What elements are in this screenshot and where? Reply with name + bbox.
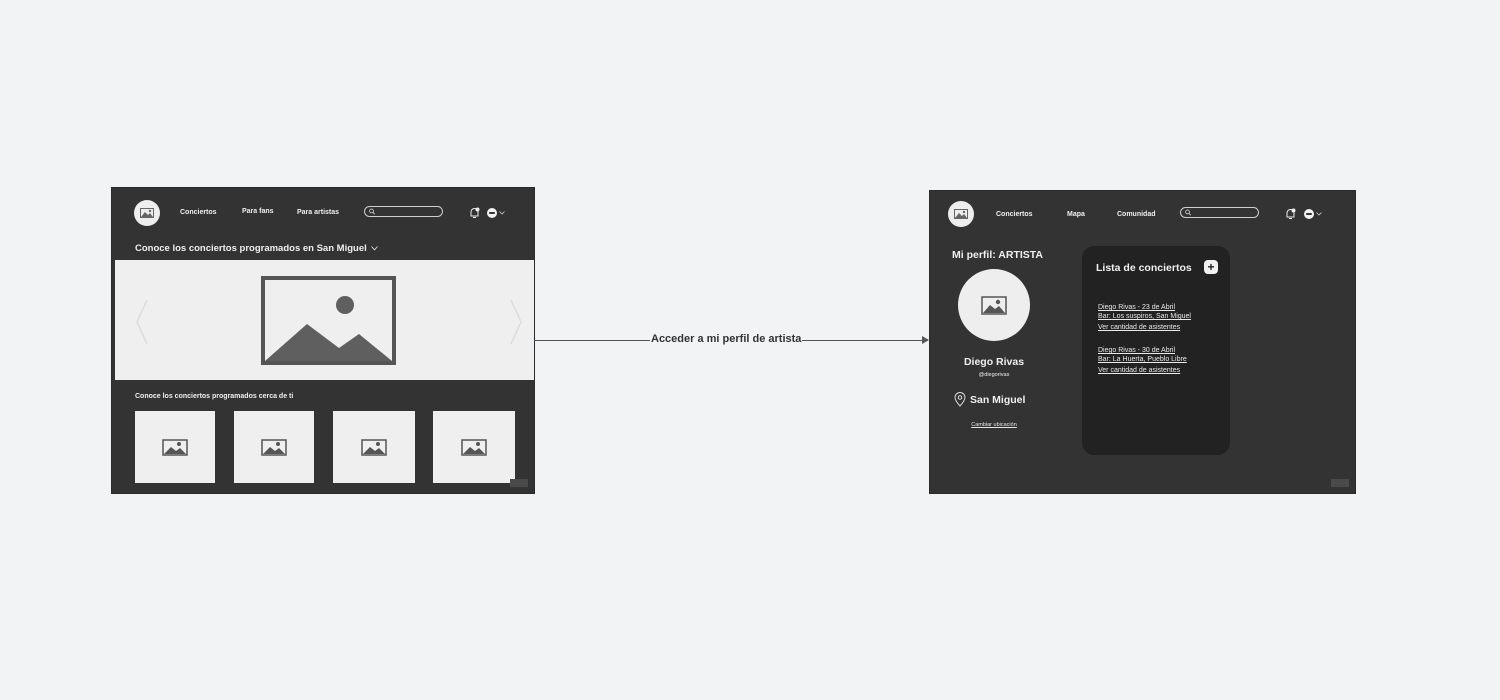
image-icon xyxy=(461,438,487,456)
concert-item-venue[interactable]: Bar: Los suspiros, San Miguel xyxy=(1098,313,1191,320)
hero-carousel[interactable] xyxy=(115,260,534,380)
nav-conciertos[interactable]: Conciertos xyxy=(180,209,217,216)
concert-thumbnail[interactable] xyxy=(135,411,215,483)
profile-avatar[interactable] xyxy=(958,269,1030,341)
nearby-section-title: Conoce los conciertos programados cerca … xyxy=(135,393,294,400)
concert-attendees-link[interactable]: Ver cantidad de asistentes xyxy=(1098,324,1180,331)
search-input[interactable] xyxy=(375,207,442,216)
arrow-right-icon xyxy=(922,336,929,344)
image-icon xyxy=(981,295,1007,315)
location-text: San Miguel xyxy=(970,393,1026,406)
chevron-right-icon[interactable] xyxy=(509,298,523,346)
user-menu[interactable] xyxy=(1304,209,1322,219)
hero-title-text: Conoce los conciertos programados en San… xyxy=(135,243,367,254)
concert-item-venue[interactable]: Bar: La Huerta, Pueblo Libre xyxy=(1098,356,1187,363)
concert-item-title[interactable]: Diego Rivas - 30 de Abril xyxy=(1098,347,1175,354)
concert-list-panel: Lista de conciertos + Diego Rivas - 23 d… xyxy=(1082,246,1230,455)
image-icon xyxy=(361,438,387,456)
image-icon[interactable] xyxy=(948,201,974,227)
user-menu[interactable] xyxy=(487,208,505,218)
nav-conciertos[interactable]: Conciertos xyxy=(996,211,1033,218)
image-icon xyxy=(162,438,188,456)
concert-item-title[interactable]: Diego Rivas - 23 de Abril xyxy=(1098,304,1175,311)
home-screen-frame: Conciertos Para fans Para artistas Conoc… xyxy=(112,188,534,493)
artist-profile-frame: Conciertos Mapa Comunidad Mi perfil: ART… xyxy=(930,191,1355,493)
change-location-link[interactable]: Cambiar ubicación xyxy=(971,422,1017,428)
image-icon[interactable] xyxy=(134,200,160,226)
image-icon xyxy=(261,438,287,456)
location-row: San Miguel xyxy=(954,392,1025,407)
location-pin-icon xyxy=(954,392,966,407)
concert-list-title: Lista de conciertos xyxy=(1096,262,1192,274)
nav-comunidad[interactable]: Comunidad xyxy=(1117,211,1156,218)
image-placeholder-icon xyxy=(261,276,396,365)
bell-icon[interactable] xyxy=(469,207,480,219)
hero-section-title[interactable]: Conoce los conciertos programados en San… xyxy=(135,243,378,254)
user-avatar-icon xyxy=(1304,209,1314,219)
artist-name: Diego Rivas xyxy=(963,356,1025,368)
artist-handle: @diegorivas xyxy=(978,372,1010,378)
concert-thumbnail[interactable] xyxy=(234,411,314,483)
flow-connector-label: Acceder a mi perfil de artista xyxy=(650,333,803,345)
frame-tag xyxy=(510,479,528,487)
nav-mapa[interactable]: Mapa xyxy=(1067,211,1085,218)
nav-para-fans[interactable]: Para fans xyxy=(242,208,274,215)
search-input-wrapper[interactable] xyxy=(364,206,443,217)
bell-icon[interactable] xyxy=(1285,208,1296,220)
profile-title: Mi perfil: ARTISTA xyxy=(952,249,1043,261)
search-input-wrapper[interactable] xyxy=(1180,207,1259,218)
nav-para-artistas[interactable]: Para artistas xyxy=(297,209,339,216)
concert-thumbnail[interactable] xyxy=(433,411,515,483)
frame-tag xyxy=(1331,479,1349,487)
chevron-down-icon xyxy=(499,211,505,215)
chevron-down-icon xyxy=(1316,212,1322,216)
chevron-down-icon xyxy=(370,246,378,251)
add-concert-button[interactable]: + xyxy=(1204,260,1218,274)
change-location-row: Cambiar ubicación xyxy=(930,413,1058,431)
search-input[interactable] xyxy=(1191,208,1258,217)
chevron-left-icon[interactable] xyxy=(135,298,149,346)
concert-thumbnail[interactable] xyxy=(333,411,415,483)
concert-attendees-link[interactable]: Ver cantidad de asistentes xyxy=(1098,367,1180,374)
user-avatar-icon xyxy=(487,208,497,218)
